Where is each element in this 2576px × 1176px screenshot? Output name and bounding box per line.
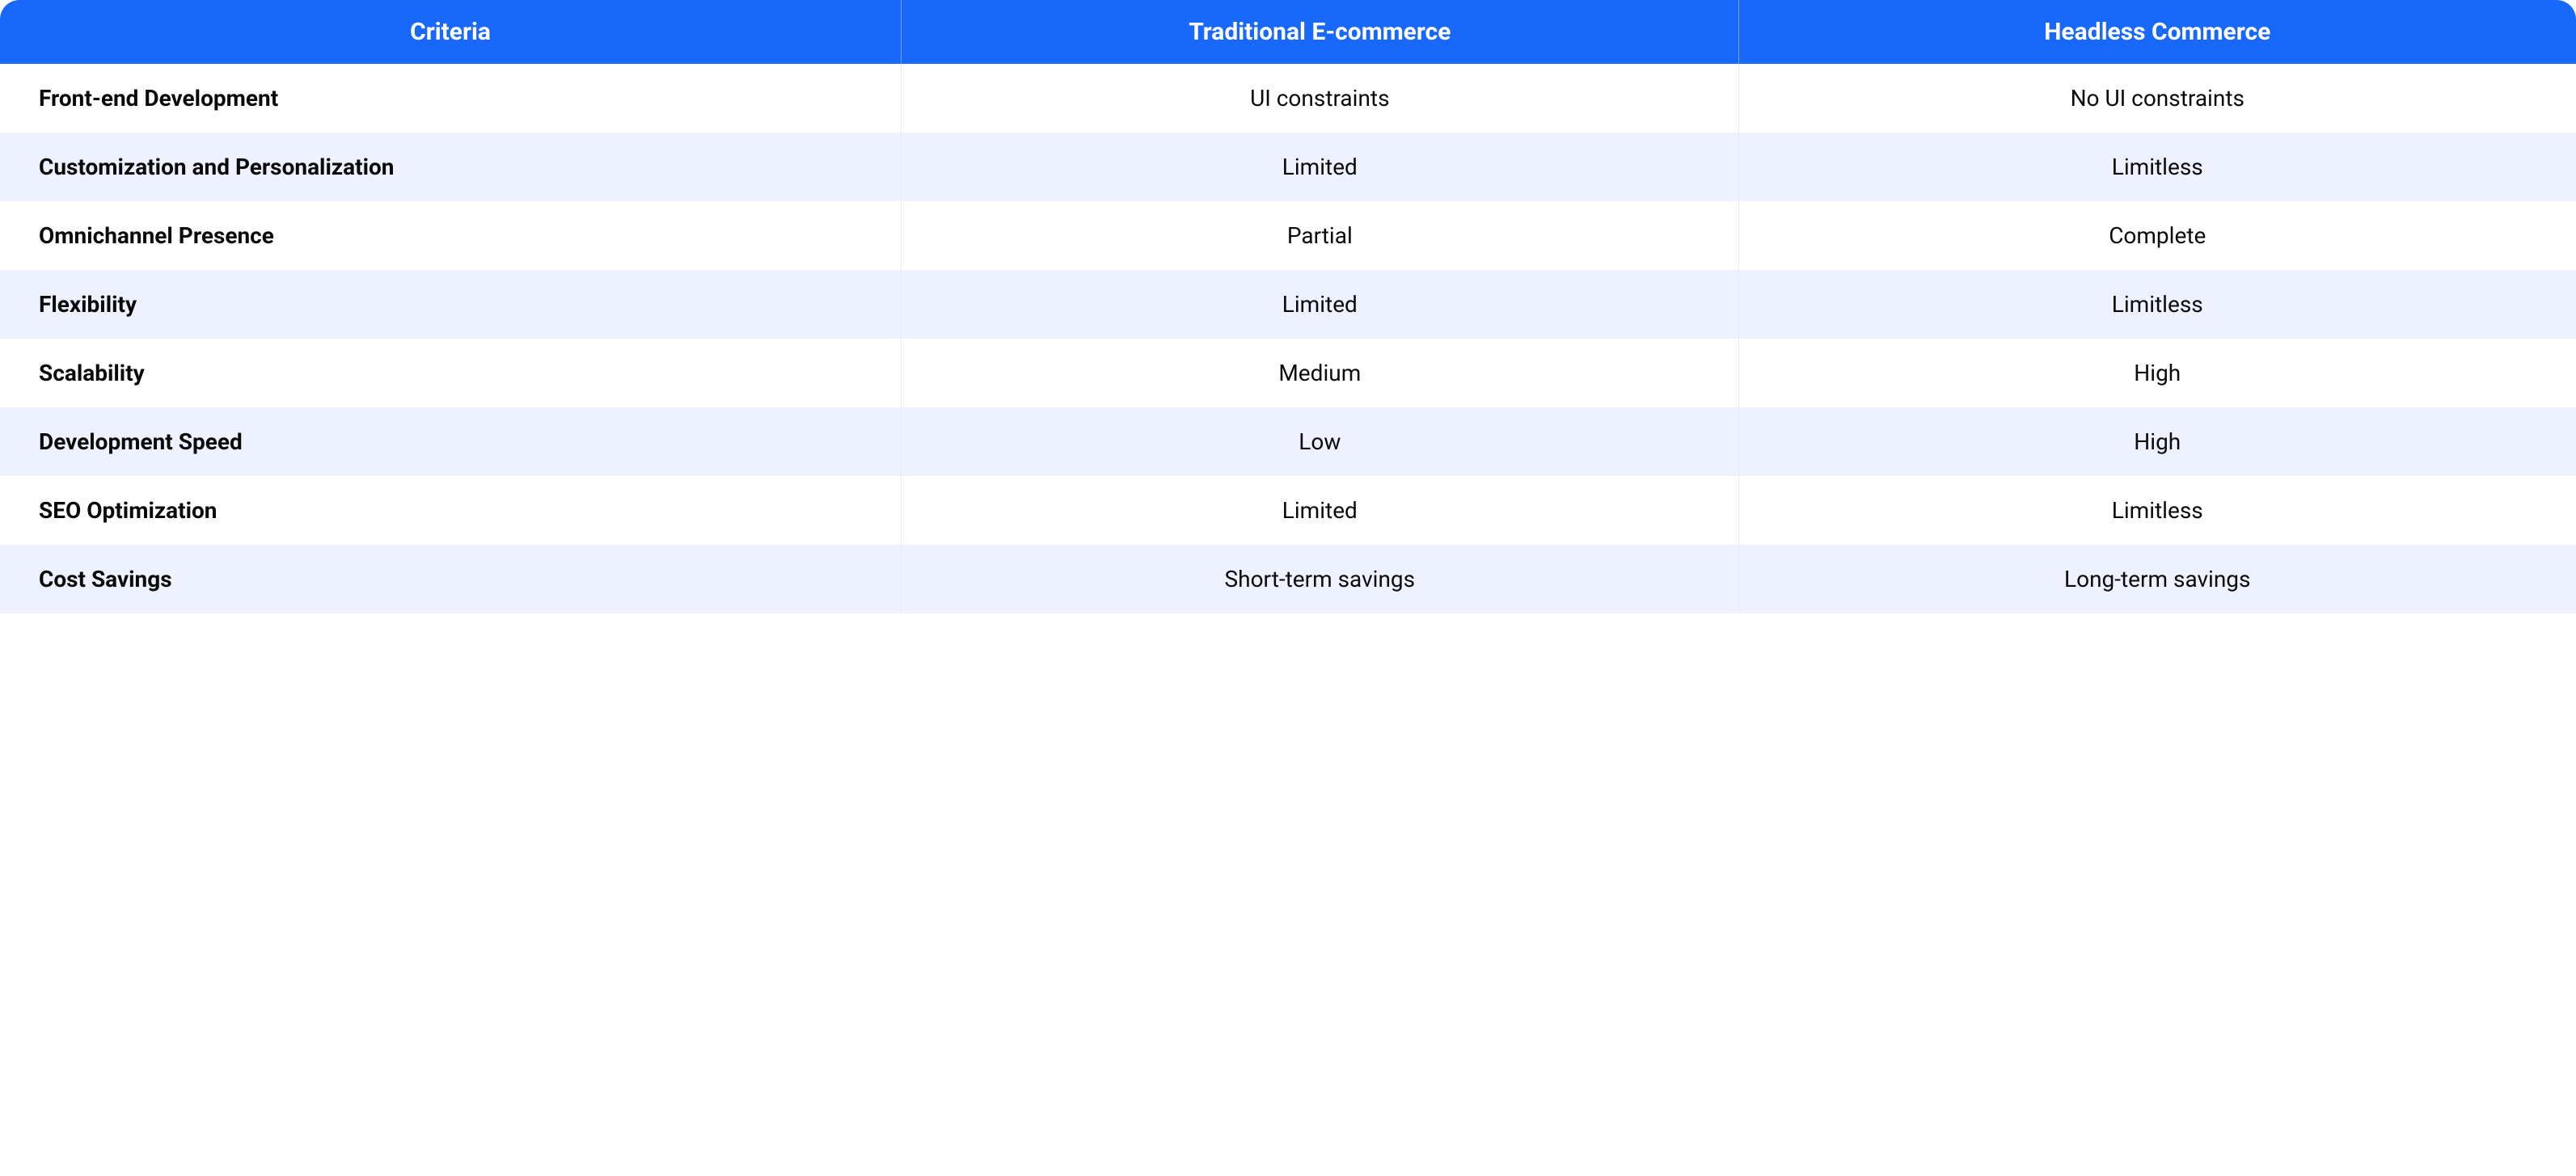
header-criteria: Criteria <box>0 0 902 64</box>
traditional-cell: UI constraints <box>902 64 1738 133</box>
headless-cell: No UI constraints <box>1739 64 2576 133</box>
headless-cell: Limitless <box>1739 270 2576 339</box>
headless-cell: Long-term savings <box>1739 545 2576 613</box>
traditional-cell: Partial <box>902 201 1738 270</box>
table-header: Criteria Traditional E-commerce Headless… <box>0 0 2576 64</box>
criteria-cell: Omnichannel Presence <box>0 201 902 270</box>
criteria-cell: Scalability <box>0 339 902 407</box>
criteria-cell: Front-end Development <box>0 64 902 133</box>
header-headless: Headless Commerce <box>1739 0 2576 64</box>
traditional-cell: Limited <box>902 133 1738 201</box>
table-row: Customization and Personalization Limite… <box>0 133 2576 201</box>
comparison-table: Criteria Traditional E-commerce Headless… <box>0 0 2576 613</box>
headless-cell: Limitless <box>1739 133 2576 201</box>
headless-cell: Limitless <box>1739 476 2576 545</box>
traditional-cell: Short-term savings <box>902 545 1738 613</box>
criteria-cell: SEO Optimization <box>0 476 902 545</box>
table-row: SEO Optimization Limited Limitless <box>0 476 2576 545</box>
traditional-cell: Limited <box>902 476 1738 545</box>
table-row: Front-end Development UI constraints No … <box>0 64 2576 133</box>
traditional-cell: Medium <box>902 339 1738 407</box>
table-row: Scalability Medium High <box>0 339 2576 407</box>
traditional-cell: Limited <box>902 270 1738 339</box>
criteria-cell: Cost Savings <box>0 545 902 613</box>
table-row: Cost Savings Short-term savings Long-ter… <box>0 545 2576 613</box>
table-row: Omnichannel Presence Partial Complete <box>0 201 2576 270</box>
table-body: Front-end Development UI constraints No … <box>0 64 2576 613</box>
headless-cell: High <box>1739 407 2576 476</box>
headless-cell: Complete <box>1739 201 2576 270</box>
criteria-cell: Customization and Personalization <box>0 133 902 201</box>
criteria-cell: Development Speed <box>0 407 902 476</box>
headless-cell: High <box>1739 339 2576 407</box>
table-row: Flexibility Limited Limitless <box>0 270 2576 339</box>
table-row: Development Speed Low High <box>0 407 2576 476</box>
header-traditional: Traditional E-commerce <box>902 0 1738 64</box>
traditional-cell: Low <box>902 407 1738 476</box>
criteria-cell: Flexibility <box>0 270 902 339</box>
